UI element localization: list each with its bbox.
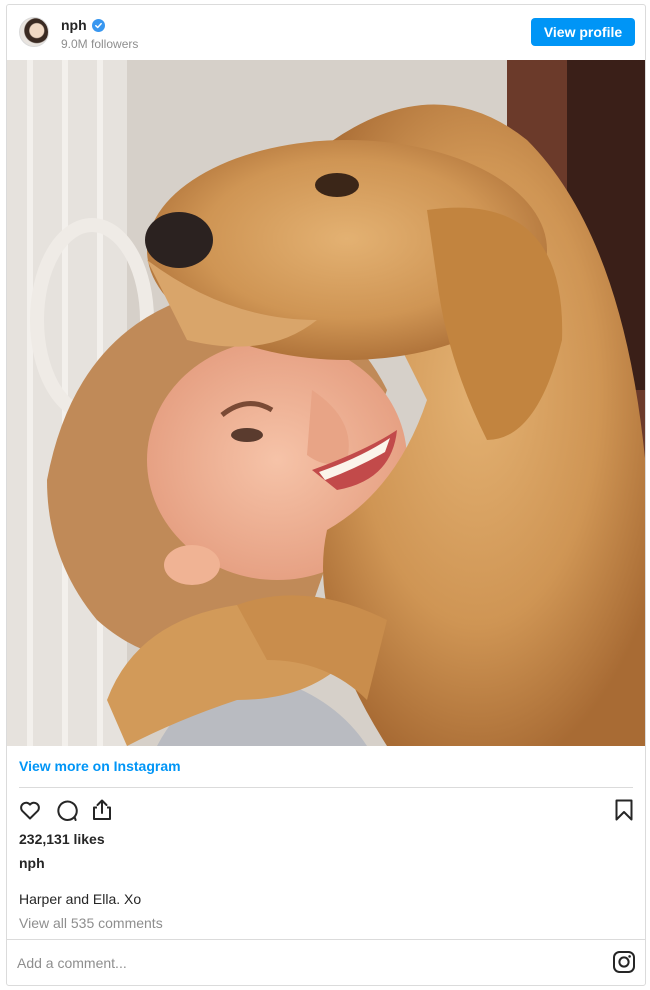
caption-username[interactable]: nph bbox=[19, 854, 45, 872]
user-info: nph 9.0M followers bbox=[61, 17, 138, 51]
post-header: nph 9.0M followers View profile bbox=[7, 5, 645, 60]
action-bar bbox=[17, 797, 637, 825]
verified-icon bbox=[91, 19, 105, 32]
post-photo-illustration bbox=[7, 60, 645, 746]
view-profile-button[interactable]: View profile bbox=[531, 18, 635, 46]
follower-count: 9.0M followers bbox=[61, 37, 139, 51]
post-image[interactable] bbox=[7, 60, 645, 746]
view-all-comments-link[interactable]: View all 535 comments bbox=[19, 914, 163, 932]
post-caption: Harper and Ella. Xo bbox=[19, 891, 142, 907]
add-comment-input[interactable] bbox=[17, 952, 577, 974]
username-row: nph bbox=[61, 17, 138, 34]
avatar[interactable] bbox=[19, 17, 49, 47]
comment-icon[interactable] bbox=[53, 797, 79, 823]
heart-icon[interactable] bbox=[17, 797, 43, 823]
like-count[interactable]: 232,131 likes bbox=[19, 830, 105, 848]
username[interactable]: nph bbox=[61, 17, 87, 34]
instagram-icon[interactable] bbox=[612, 950, 636, 974]
view-more-on-instagram-link[interactable]: View more on Instagram bbox=[19, 758, 181, 774]
share-icon[interactable] bbox=[89, 797, 115, 823]
divider bbox=[19, 787, 633, 788]
comment-bar bbox=[7, 939, 645, 985]
instagram-embed-card: nph 9.0M followers View profile View mor… bbox=[6, 4, 646, 986]
bookmark-icon[interactable] bbox=[611, 797, 637, 823]
